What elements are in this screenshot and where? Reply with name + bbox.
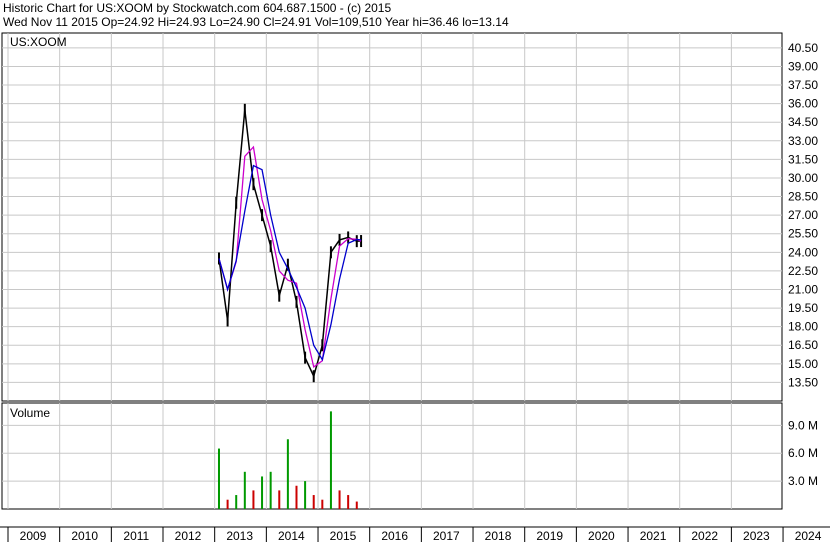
volume-panel: 9.0 M 6.0 M 3.0 M Volume (1, 402, 818, 510)
volume-bar (252, 490, 255, 509)
year-label: 2018 (485, 529, 512, 543)
volume-bar (278, 490, 281, 509)
year-label: 2020 (588, 529, 615, 543)
price-frame (1, 32, 783, 402)
price-tick-label: 21.00 (788, 282, 818, 296)
price-tick-label: 25.50 (788, 227, 818, 241)
price-tick-label: 34.50 (788, 115, 818, 129)
price-tick-label: 24.00 (788, 245, 818, 259)
volume-bar (269, 471, 272, 509)
ma-long-line (218, 164, 362, 362)
year-label: 2017 (433, 529, 460, 543)
volume-bar (347, 495, 350, 509)
volume-bar (235, 495, 238, 509)
volume-panel-title: Volume (10, 406, 50, 420)
volume-tick-label: 9.0 M (788, 418, 818, 432)
price-tick-label: 28.50 (788, 190, 818, 204)
year-label: 2019 (536, 529, 563, 543)
price-tick-label: 18.00 (788, 320, 818, 334)
year-label: 2012 (175, 529, 202, 543)
price-tick-label: 27.00 (788, 208, 818, 222)
price-tick-label: 40.50 (788, 41, 818, 55)
volume-tick-label: 6.0 M (788, 446, 818, 460)
volume-frame (1, 402, 783, 510)
year-label: 2011 (123, 529, 149, 543)
price-tick-label: 16.50 (788, 338, 818, 352)
price-tick-label: 33.00 (788, 134, 818, 148)
volume-bar (329, 411, 332, 509)
year-label: 2014 (278, 529, 305, 543)
year-label: 2024 (795, 529, 822, 543)
volume-bar (226, 499, 229, 509)
price-tick-label: 37.50 (788, 78, 818, 92)
volume-bar (338, 490, 341, 509)
year-label: 2013 (226, 529, 253, 543)
price-panel: 40.50 39.00 37.50 36.00 34.50 33.00 31.50 30.00… (1, 32, 818, 402)
year-label: 2021 (640, 529, 667, 543)
volume-bar (295, 485, 298, 509)
year-label: 2016 (381, 529, 408, 543)
price-panel-title: US:XOOM (10, 35, 67, 49)
price-tick-label: 36.00 (788, 97, 818, 111)
volume-tick-label: 3.0 M (788, 474, 818, 488)
year-label: 2009 (20, 529, 47, 543)
price-tick-label: 22.50 (788, 264, 818, 278)
price-tick-label: 13.50 (788, 375, 818, 389)
volume-bar (304, 481, 307, 509)
year-label: 2022 (691, 529, 718, 543)
x-axis: 2009 2010 2011 2012 2013 2014 2015 2016 2017 2018… (0, 526, 830, 543)
year-label: 2015 (330, 529, 357, 543)
price-tick-label: 39.00 (788, 59, 818, 73)
volume-bar (217, 448, 220, 509)
price-tick-label: 31.50 (788, 152, 818, 166)
volume-bar (355, 501, 358, 509)
volume-bar (312, 495, 315, 509)
stock-chart: 40.50 39.00 37.50 36.00 34.50 33.00 31.50 30.00… (0, 32, 830, 543)
price-tick-label: 30.00 (788, 171, 818, 185)
price-tick-label: 19.50 (788, 301, 818, 315)
price-tick-label: 15.00 (788, 357, 818, 371)
volume-bar (261, 476, 264, 509)
year-label: 2010 (71, 529, 98, 543)
volume-bar (243, 471, 246, 509)
volume-bar (286, 439, 289, 509)
volume-bar (321, 499, 324, 509)
year-label: 2023 (743, 529, 770, 543)
ma-short-line (218, 145, 362, 369)
